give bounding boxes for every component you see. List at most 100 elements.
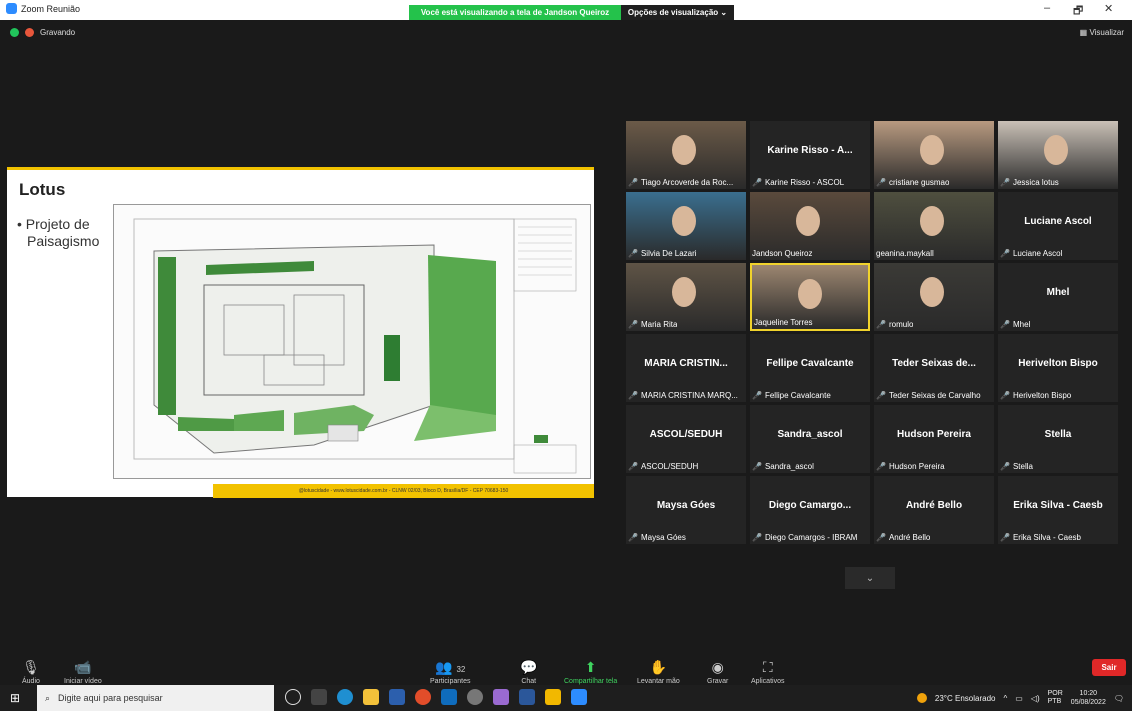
participant-tile[interactable]: MARIA CRISTIN... 🎤 MARIA CRISTINA MARQ... (626, 334, 746, 402)
participant-tile[interactable]: ASCOL/SEDUH 🎤 ASCOL/SEDUH (626, 405, 746, 473)
muted-mic-icon: 🎤 (628, 249, 638, 258)
participant-display-name: Diego Camargo... (768, 500, 852, 511)
participant-tile[interactable]: Hudson Pereira 🎤 Hudson Pereira (874, 405, 994, 473)
participants-button[interactable]: 👥 32 Participantes (430, 655, 470, 685)
audio-button[interactable]: 🎙 Áudio (22, 655, 40, 685)
tray-chevron-icon[interactable]: ^ (1003, 694, 1007, 703)
share-screen-button[interactable]: ⬆ Compartilhar tela (564, 655, 617, 685)
participant-tile[interactable]: 🎤 Maria Rita (626, 263, 746, 331)
weather-text[interactable]: 23°C Ensolarado (935, 694, 996, 703)
participant-tile[interactable]: 🎤 Tiago Arcoverde da Roc... (626, 121, 746, 189)
chat-button[interactable]: 💬 Chat (520, 655, 537, 685)
view-options-button[interactable]: Opções de visualização ⌄ (621, 5, 734, 20)
participant-tile[interactable]: Luciane Ascol 🎤 Luciane Ascol (998, 192, 1118, 260)
participant-tile[interactable]: Mhel 🎤 Mhel (998, 263, 1118, 331)
taskbar-search[interactable]: ⌕ Digite aqui para pesquisar (37, 685, 274, 711)
participant-tile[interactable]: Jaqueline Torres (750, 263, 870, 331)
apps-button[interactable]: ⛶ Aplicativos (751, 655, 784, 685)
more-participants-button[interactable]: ⌄ (845, 567, 895, 589)
leave-button[interactable]: Sair (1092, 659, 1126, 676)
paint-icon[interactable] (493, 689, 509, 705)
participant-name: Silvia De Lazari (640, 249, 697, 258)
participant-name: ASCOL/SEDUH (640, 462, 699, 471)
participant-tile[interactable]: André Bello 🎤 André Bello (874, 476, 994, 544)
keyboard-code: PTB (1047, 698, 1062, 705)
raise-hand-label: Levantar mão (637, 678, 680, 685)
system-tray: 23°C Ensolarado ^ ▭ ◁) POR PTB 10:20 05/… (916, 685, 1124, 711)
muted-mic-icon: 🎤 (1000, 533, 1010, 542)
weather-icon (916, 693, 927, 703)
volume-icon[interactable]: ◁) (1031, 694, 1040, 703)
window-title: Zoom Reunião (21, 3, 81, 14)
minimize-button[interactable]: – (1044, 2, 1050, 14)
participant-name-label: 🎤 ASCOL/SEDUH (628, 462, 698, 471)
close-button[interactable]: ✕ (1104, 2, 1113, 15)
participant-display-name: ASCOL/SEDUH (649, 429, 723, 440)
raise-hand-button[interactable]: ✋ Levantar mão (637, 655, 680, 685)
task-view-icon[interactable] (311, 689, 327, 705)
participant-tile[interactable]: Diego Camargo... 🎤 Diego Camargos - IBRAM (750, 476, 870, 544)
participants-icon: 👥 32 (435, 659, 466, 675)
file-explorer-icon[interactable] (363, 689, 379, 705)
app-title: Zoom Reunião (6, 3, 80, 14)
outlook-icon[interactable] (441, 689, 457, 705)
notifications-icon[interactable]: 🗨 (1114, 694, 1124, 703)
participant-tile[interactable]: Herivelton Bispo 🎤 Herivelton Bispo (998, 334, 1118, 402)
participant-tile[interactable]: Jandson Queiroz (750, 192, 870, 260)
participant-tile[interactable]: 🎤 cristiane gusmao (874, 121, 994, 189)
maximize-button[interactable]: 🗗 (1073, 2, 1083, 21)
participant-name-label: 🎤 Teder Seixas de Carvalho (876, 391, 981, 400)
cortana-icon[interactable] (285, 689, 301, 705)
participant-tile[interactable]: Erika Silva - Caesb 🎤 Erika Silva - Caesb (998, 476, 1118, 544)
participant-tile[interactable]: 🎤 Jessica lotus (998, 121, 1118, 189)
search-placeholder: Digite aqui para pesquisar (58, 693, 163, 703)
edge-icon[interactable] (337, 689, 353, 705)
participant-name-label: 🎤 romulo (876, 320, 913, 329)
zoom-taskbar-icon[interactable] (571, 689, 587, 705)
participant-name: Luciane Ascol (1012, 249, 1063, 258)
network-icon[interactable]: ▭ (1015, 694, 1023, 703)
participant-tile[interactable]: Teder Seixas de... 🎤 Teder Seixas de Carva… (874, 334, 994, 402)
language-indicator[interactable]: POR PTB (1048, 690, 1063, 706)
muted-mic-icon: 🎤 (876, 462, 886, 471)
chrome-icon[interactable] (415, 689, 431, 705)
participant-display-name: Hudson Pereira (897, 429, 971, 440)
participant-name-label: 🎤 Sandra_ascol (752, 462, 814, 471)
muted-mic-icon: 🎤 (752, 533, 762, 542)
media-icon[interactable] (467, 689, 483, 705)
shared-screen: Lotus • Projeto de Paisagismo @lotuscida… (7, 167, 594, 498)
participant-name: Sandra_ascol (764, 462, 814, 471)
view-button[interactable]: ▦ Visualizar (1080, 28, 1124, 37)
word-icon[interactable] (519, 689, 535, 705)
participant-face (920, 135, 944, 165)
shield-icon (10, 28, 19, 37)
participant-tile[interactable]: Stella 🎤 Stella (998, 405, 1118, 473)
participant-tile[interactable]: Fellipe Cavalcante 🎤 Fellipe Cavalcante (750, 334, 870, 402)
participant-tile[interactable]: Sandra_ascol 🎤 Sandra_ascol (750, 405, 870, 473)
start-video-button[interactable]: 📹 Iniciar vídeo (64, 655, 102, 685)
muted-mic-icon: 🎤 (876, 320, 886, 329)
participant-tile[interactable]: 🎤 Silvia De Lazari (626, 192, 746, 260)
store-icon[interactable] (389, 689, 405, 705)
participant-tile[interactable]: Karine Risso - A... 🎤 Karine Risso - ASCOL (750, 121, 870, 189)
clock-date: 05/08/2022 (1070, 699, 1106, 706)
participant-display-name: Fellipe Cavalcante (766, 358, 854, 369)
participant-tile[interactable]: Maysa Góes 🎤 Maysa Góes (626, 476, 746, 544)
participant-name-label: 🎤 Karine Risso - ASCOL (752, 178, 844, 187)
clock[interactable]: 10:20 05/08/2022 (1071, 689, 1106, 707)
participant-face (920, 206, 944, 236)
participant-name: Hudson Pereira (888, 462, 945, 471)
record-label: Gravar (707, 678, 729, 685)
muted-mic-icon: 🎤 (1000, 462, 1010, 471)
muted-mic-icon: 🎤 (1000, 178, 1010, 187)
title-bar: Zoom Reunião Você está visualizando a te… (0, 0, 1132, 20)
windows-start-icon[interactable]: ⊞ (10, 691, 20, 705)
participant-tile[interactable]: 🎤 romulo (874, 263, 994, 331)
chat-icon: 💬 (520, 659, 538, 675)
sticky-notes-icon[interactable] (545, 689, 561, 705)
participant-name-label: 🎤 Stella (1000, 462, 1033, 471)
participant-tile[interactable]: geanina.maykall (874, 192, 994, 260)
search-icon: ⌕ (45, 692, 51, 703)
muted-mic-icon: 🎤 (876, 178, 886, 187)
record-button[interactable]: ◉ Gravar (707, 655, 728, 685)
